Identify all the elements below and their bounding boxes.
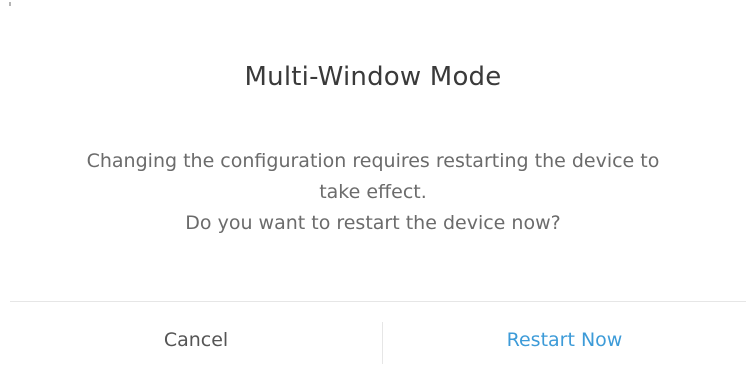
restart-now-button[interactable]: Restart Now	[383, 302, 746, 378]
dialog-title: Multi-Window Mode	[244, 62, 502, 92]
corner-mark	[9, 2, 11, 6]
dialog-message: Changing the configuration requires rest…	[40, 146, 706, 239]
message-line: Changing the configuration requires rest…	[86, 150, 660, 172]
message-line: take effect.	[319, 181, 427, 203]
restart-dialog: Multi-Window Mode Changing the configura…	[0, 0, 746, 378]
cancel-button[interactable]: Cancel	[10, 302, 382, 378]
message-line: Do you want to restart the device now?	[185, 212, 561, 234]
